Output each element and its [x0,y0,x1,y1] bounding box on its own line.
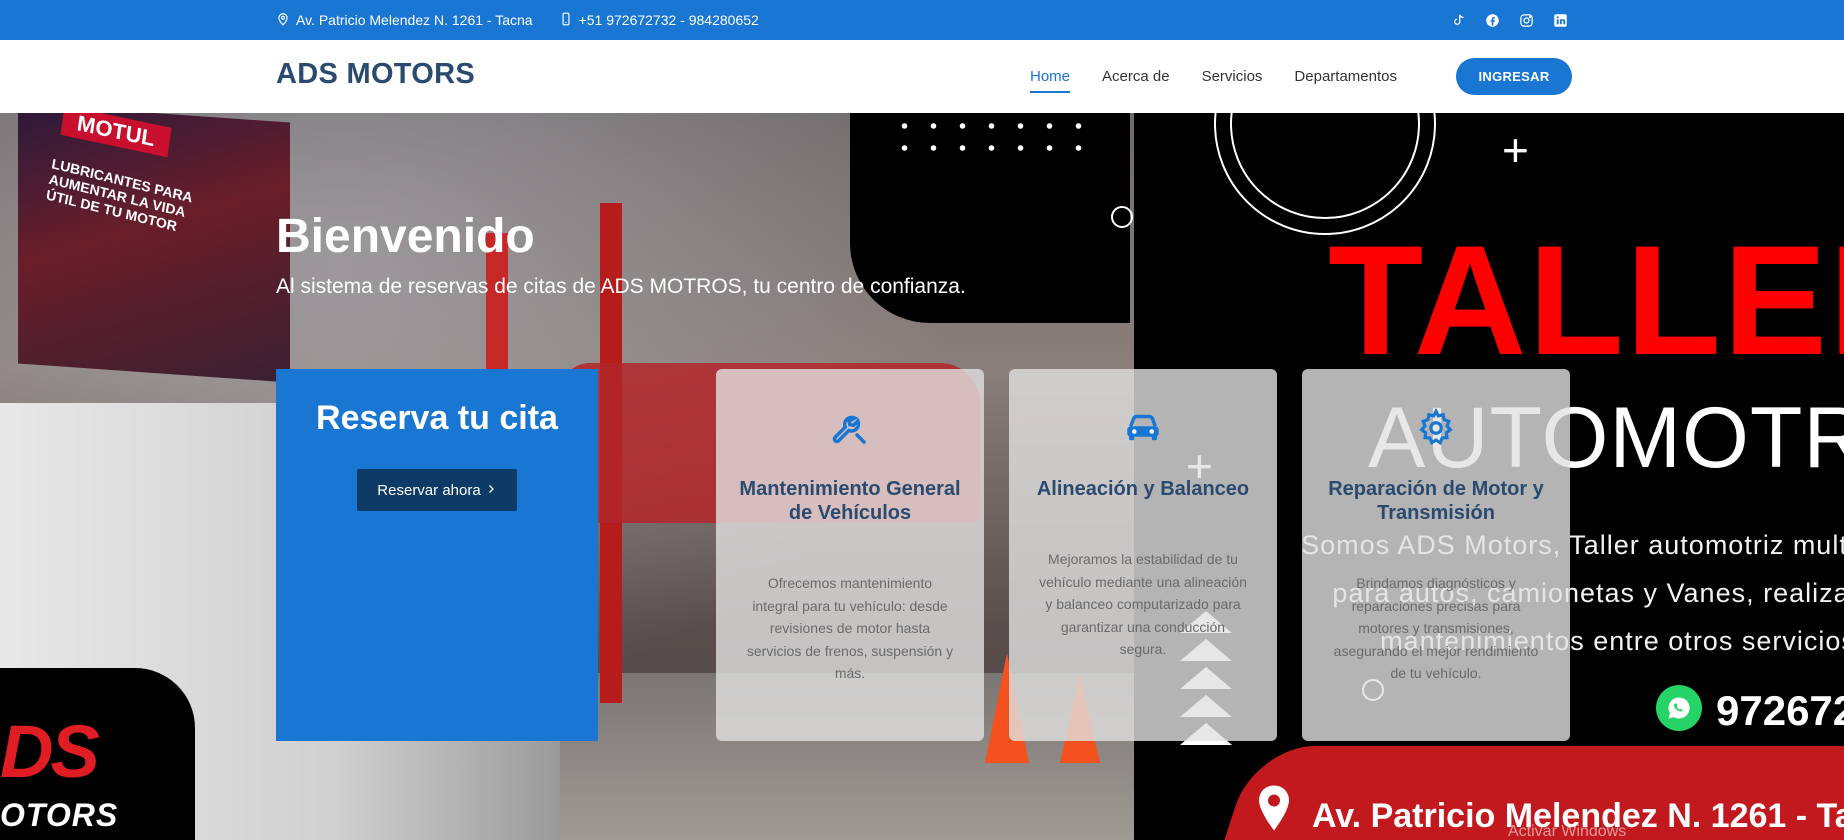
wrench-icon [716,407,984,449]
ads-logo-mark: DS [0,710,100,793]
instagram-icon[interactable] [1518,12,1534,28]
facebook-icon[interactable] [1484,12,1500,28]
hero-section: MOTUL LUBRICANTES PARA AUMENTAR LA VIDA … [0,113,1844,840]
nav-acerca[interactable]: Acerca de [1102,62,1170,91]
taller-heading: TALLER [1328,214,1844,388]
brand-logo[interactable]: ADS MOTORS [276,58,475,91]
social-links [1450,0,1568,40]
service-card-engine[interactable]: Reparación de Motor y Transmisión Brinda… [1302,369,1570,741]
ads-logo-wordmark: OTORS [0,797,119,833]
circle-icon [1111,206,1133,228]
service-description: Mejoramos la estabilidad de tu vehículo … [1039,551,1247,657]
navbar: ADS MOTORS Home Acerca de Servicios Depa… [0,40,1844,113]
location-pin-icon [1259,785,1289,831]
tiktok-icon[interactable] [1450,12,1466,28]
dot-pattern [890,113,1090,163]
nav-servicios[interactable]: Servicios [1202,62,1263,91]
top-bar: Av. Patricio Melendez N. 1261 - Tacna +5… [0,0,1844,40]
location-pin-icon [276,12,290,29]
linkedin-icon[interactable] [1552,12,1568,28]
nav-home[interactable]: Home [1030,62,1071,93]
address-text: Av. Patricio Melendez N. 1261 - Tacna [296,12,533,28]
phone-info: +51 972672732 - 984280652 [559,12,759,29]
windows-watermark: Activar Windows [1508,823,1627,840]
mobile-phone-icon [559,12,573,29]
car-icon [1009,407,1277,449]
plus-icon: + [1502,124,1529,176]
service-description: Brindamos diagnósticos y reparaciones pr… [1333,575,1539,681]
contact-info: Av. Patricio Melendez N. 1261 - Tacna +5… [276,0,759,40]
motul-banner-text: LUBRICANTES PARA AUMENTAR LA VIDA ÚTIL D… [44,155,194,235]
whatsapp-number: 972672732 [1716,687,1844,734]
motul-banner: MOTUL LUBRICANTES PARA AUMENTAR LA VIDA … [18,113,290,383]
login-button[interactable]: INGRESAR [1456,58,1572,95]
phone-text: +51 972672732 - 984280652 [578,12,759,28]
main-nav: Home Acerca de Servicios Departamentos [1030,40,1397,113]
address-info: Av. Patricio Melendez N. 1261 - Tacna [276,12,533,29]
service-title: Mantenimiento General de Vehículos [739,478,961,524]
motul-logo: MOTUL [60,113,172,158]
reserve-card-title: Reserva tu cita [316,399,558,437]
hero-subtitle: Al sistema de reservas de citas de ADS M… [276,275,966,298]
nav-departamentos[interactable]: Departamentos [1294,62,1397,91]
service-card-maintenance[interactable]: Mantenimiento General de Vehículos Ofrec… [716,369,984,741]
chevron-right-icon [485,482,497,499]
hero-title: Bienvenido [276,210,535,263]
reserve-now-label: Reservar ahora [377,481,481,499]
reserve-now-button[interactable]: Reservar ahora [357,469,517,511]
service-description: Ofrecemos mantenimiento integral para tu… [746,575,954,681]
service-title: Reparación de Motor y Transmisión [1328,478,1544,524]
gear-icon [1302,407,1570,449]
whatsapp-icon [1656,685,1702,731]
service-title: Alineación y Balanceo [1036,478,1250,500]
service-card-alignment[interactable]: Alineación y Balanceo Mejoramos la estab… [1009,369,1277,741]
reserve-card: Reserva tu cita Reservar ahora [276,369,598,741]
